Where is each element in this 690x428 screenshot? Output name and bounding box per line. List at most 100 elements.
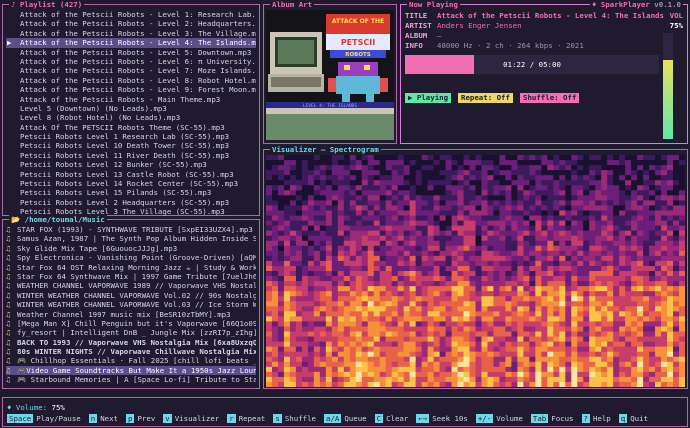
file-item[interactable]: ♫ 🎮 Chillhop Essentials · Fall 2025 [chil… — [6, 356, 256, 365]
music-file-icon: ♫ — [6, 356, 11, 366]
volume-gauge[interactable] — [663, 33, 673, 139]
key-label: Seek 10s — [432, 414, 468, 423]
playlist-item[interactable]: Petscii Robots Level 1 Research Lab (SC-… — [6, 132, 256, 141]
file-item[interactable]: ♫ STAR FOX (1993) - SYNTHWAVE TRIBUTE [Sx… — [6, 225, 256, 234]
key-label: Clear — [386, 414, 409, 423]
music-file-icon: ♫ — [6, 337, 11, 347]
file-item-label: WEATHER CHANNEL VAPORWAVE 1989 // Vaporw… — [17, 281, 256, 291]
shuffle-badge[interactable]: Shuffle: Off — [520, 93, 580, 103]
playlist-item[interactable]: Petscii Robots Level 11 River Death (SC-… — [6, 151, 256, 160]
playlist-item[interactable]: Attack of the Petscii Robots - Level 2: … — [6, 19, 256, 28]
playlist-item[interactable]: Attack of the Petscii Robots - Level 3: … — [6, 29, 256, 38]
playlist-item-label: Petscii Robots Level 2 Headquarters (SC-… — [20, 197, 230, 207]
album-art-image: ATTACK OF THE PETSCII ROBOTS LEVEL 4: TH… — [266, 10, 394, 140]
playlist-item[interactable]: Level 5 (Downtown) (No Leads).mp3 — [6, 104, 256, 113]
key-2[interactable]: p — [126, 414, 135, 423]
file-browser-path: 📂 /home/toumal/Music — [9, 215, 107, 224]
key-4[interactable]: r — [227, 414, 236, 423]
playlist-item-label: Petscii Robots Level 10 Death Tower (SC-… — [20, 141, 230, 151]
key-label: Shuffle — [284, 414, 316, 423]
playlist-item[interactable]: Attack of the Petscii Robots - Level 1: … — [6, 10, 256, 19]
playlist-item[interactable]: Level 8 (Robot Hotel) (No Leads).mp3 — [6, 113, 256, 122]
progress-time: 01:22 / 05:00 — [503, 60, 561, 69]
playlist-item[interactable]: Attack of the Petscii Robots - Level 9: … — [6, 85, 256, 94]
file-item[interactable]: ♫ WINTER WEATHER CHANNEL VAPORWAVE Vol.02… — [6, 291, 256, 300]
file-item[interactable]: ♫ fy_resort | Intelligent DnB _ Jungle Mi… — [6, 328, 256, 337]
playlist-item-label: Level 8 (Robot Hotel) (No Leads).mp3 — [20, 113, 181, 123]
file-item[interactable]: ♫ 80s WINTER NIGHTS // Vaporwave Chillwav… — [6, 347, 256, 356]
playlist-item[interactable]: Attack of the Petscii Robots - Level 7: … — [6, 66, 256, 75]
file-item[interactable]: ♫ Star Fox 64 Synthwave Mix | 1997 Game T… — [6, 272, 256, 281]
progress-bar[interactable]: 01:22 / 05:00 — [405, 55, 659, 74]
music-file-icon: ♫ — [6, 347, 11, 357]
music-file-icon: ♫ — [6, 281, 11, 291]
file-item[interactable]: ♫ [Mega Man X] Chill Penguin but it's Vap… — [6, 319, 256, 328]
repeat-badge[interactable]: Repeat: Off — [458, 93, 513, 103]
file-item[interactable]: ♫ 🎮Video Game Soundtracks But Make It a 1… — [6, 365, 256, 376]
file-item[interactable]: ♫ BACK TO 1993 // Vaporwave VHS Nostalgia… — [6, 338, 256, 347]
file-item[interactable]: ♫ WINTER WEATHER CHANNEL VAPORWAVE Vol.03… — [6, 300, 256, 309]
playing-badge[interactable]: ▶ Playing — [405, 93, 452, 103]
file-item-label: [Mega Man X] Chill Penguin but it's Vapo… — [17, 318, 256, 328]
file-item[interactable]: ♫ 🎮 Starbound Memories | A [Space Lo-fi] … — [6, 375, 256, 384]
playlist-list: Attack of the Petscii Robots - Level 1: … — [6, 10, 256, 217]
track-title: Attack of the Petscii Robots - Level 4: … — [437, 11, 664, 20]
playlist-item[interactable]: Petscii Robots Level 10 Death Tower (SC-… — [6, 141, 256, 150]
key-10[interactable]: Tab — [530, 414, 549, 423]
key-7[interactable]: C — [374, 414, 384, 423]
volume-gauge-fill — [663, 59, 673, 139]
playlist-item-label: Petscii Robots Level 14 Rocket Center (S… — [20, 179, 239, 189]
playlist-item[interactable]: ▶ Attack of the Petscii Robots - Level 4:… — [6, 38, 256, 48]
key-9[interactable]: +/- — [475, 414, 494, 423]
key-3[interactable]: v — [163, 414, 172, 423]
music-file-icon: ♫ — [6, 300, 11, 310]
key-label: Next — [100, 414, 119, 423]
key-11[interactable]: ? — [581, 414, 590, 423]
playlist-item[interactable]: Petscii Robots Level 12 Bunker (SC-55).m… — [6, 160, 256, 169]
music-file-icon: ♫ — [6, 365, 11, 375]
now-playing-marker: ▶ — [7, 38, 12, 48]
playlist-item[interactable]: Petscii Robots Level 15 Pilands (SC-55).… — [6, 188, 256, 197]
album-name: — — [437, 31, 442, 40]
playlist-item-label: Attack of the Petscii Robots - Level 7: … — [20, 66, 256, 76]
playlist-item-label: Attack Of The PETSCII Robots Theme (SC-5… — [20, 122, 225, 132]
playlist-item[interactable]: Attack of the Petscii Robots - Level 5: … — [6, 48, 256, 57]
music-file-icon: ♫ — [6, 318, 11, 328]
cover-title-text: ATTACK OF THE — [332, 18, 384, 25]
volume-meter: VOL 75% — [670, 11, 683, 30]
app-title: ♦ SparkPlayer v0.1.0 — [589, 0, 683, 9]
file-item-label: Star Fox 64 Synthwave Mix | 1997 Game Tr… — [17, 271, 256, 281]
info-row: INFO 48000 Hz · 2 ch · 264 kbps · 2021 — [405, 41, 584, 50]
file-item[interactable]: ♫ Samus Azan, 1987 | The Synth Pop Album … — [6, 234, 256, 243]
key-5[interactable]: s — [273, 414, 282, 423]
music-file-icon: ♫ — [6, 309, 11, 319]
playlist-title: ♪ Playlist (427) — [9, 0, 85, 9]
file-item[interactable]: ♫ WEATHER CHANNEL VAPORWAVE 1989 // Vapor… — [6, 281, 256, 290]
playlist-item[interactable]: Petscii Robots Level 14 Rocket Center (S… — [6, 179, 256, 188]
visualizer-title: Visualizer — Spectrogram — [270, 145, 381, 154]
status-bar: ♦ Volume: 75% Space Play/Pause n Next p Prev v… — [2, 397, 688, 427]
file-item-label: Samus Azan, 1987 | The Synth Pop Album H… — [17, 234, 256, 244]
visualizer-panel: Visualizer — Spectrogram — [263, 145, 688, 389]
key-12[interactable]: q — [618, 414, 628, 423]
key-label: Volume — [496, 414, 523, 423]
key-label: Visualizer — [174, 414, 220, 423]
file-item[interactable]: ♫ Spy Electronica - Vanishing Point (Groo… — [6, 253, 256, 262]
key-1[interactable]: n — [88, 414, 98, 423]
playlist-item[interactable]: Attack Of The PETSCII Robots Theme (SC-5… — [6, 123, 256, 132]
playlist-item[interactable]: Petscii Robots Level 2 Headquarters (SC-… — [6, 198, 256, 207]
file-item-label: fy_resort | Intelligent DnB _ Jungle Mix… — [17, 328, 256, 338]
file-item[interactable]: ♫ Star Fox 64 OST Relaxing Morning Jazz ☕… — [6, 263, 256, 272]
playlist-item[interactable]: Attack of the Petscii Robots - Main Them… — [6, 95, 256, 104]
file-item[interactable]: ♫ Sky Glide Mix Tape [6GuouocJJJg].mp3 — [6, 244, 256, 253]
key-label: Repeat — [238, 414, 266, 423]
playlist-item[interactable]: Petscii Robots Level 13 Castle Robot (SC… — [6, 170, 256, 179]
playlist-item[interactable]: Attack of the Petscii Robots - Level 8: … — [6, 76, 256, 85]
key-6[interactable]: a/A — [324, 414, 342, 423]
key-0[interactable]: Space — [7, 414, 34, 423]
key-8[interactable]: ←→ — [416, 414, 430, 423]
music-file-icon: ♫ — [6, 375, 11, 385]
audio-info: 48000 Hz · 2 ch · 264 kbps · 2021 — [437, 41, 584, 50]
file-item[interactable]: ♫ Weather Channel 1997 music mix [BeSR10z… — [6, 310, 256, 319]
playlist-item[interactable]: Attack of the Petscii Robots - Level 6: … — [6, 57, 256, 66]
